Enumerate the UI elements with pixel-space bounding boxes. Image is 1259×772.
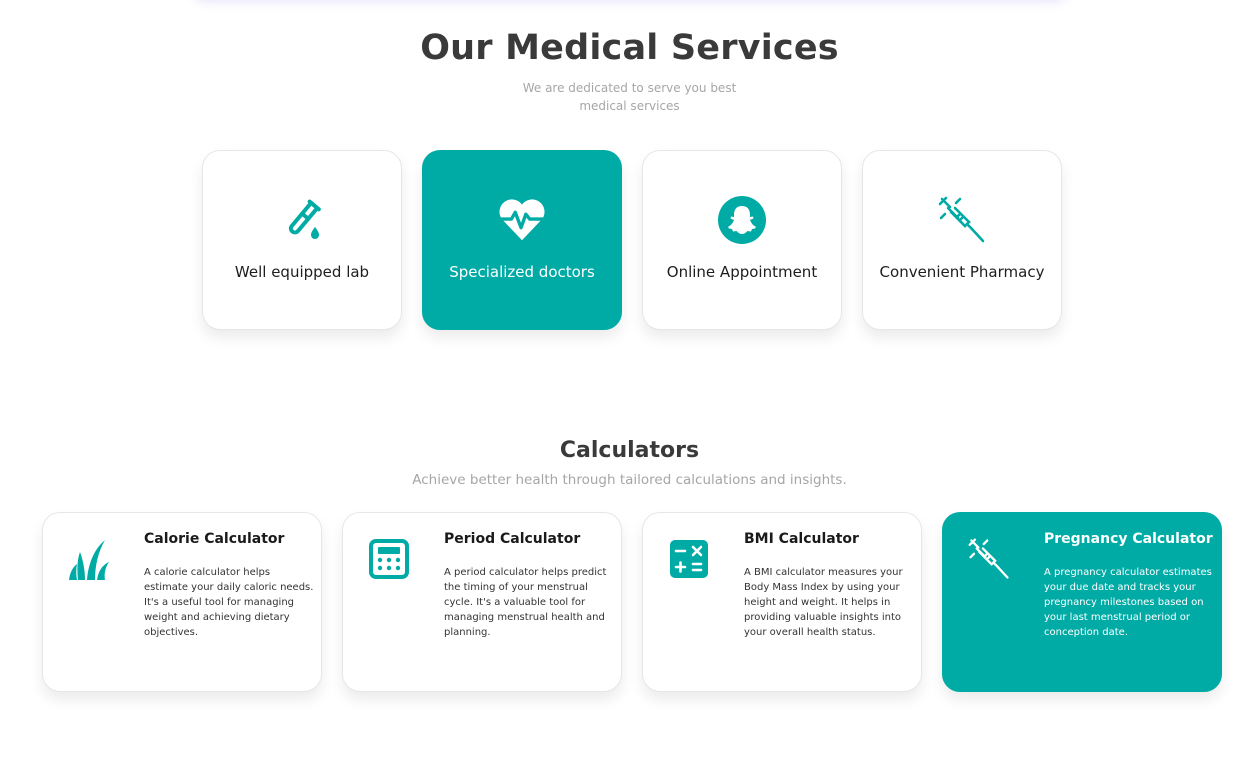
syringe-icon bbox=[937, 195, 987, 245]
service-label: Online Appointment bbox=[666, 263, 818, 281]
grass-icon bbox=[67, 535, 111, 583]
calc-card-pregnancy[interactable]: Pregnancy Calculator A pregnancy calcula… bbox=[942, 512, 1222, 692]
calc-title: Calorie Calculator bbox=[144, 531, 285, 547]
service-label: Well equipped lab bbox=[234, 263, 370, 281]
calc-description: A period calculator helps predict the ti… bbox=[444, 567, 607, 638]
service-label: Specialized doctors bbox=[449, 263, 595, 281]
calc-description: A calorie calculator helps estimate your… bbox=[144, 567, 314, 638]
calc-title: Period Calculator bbox=[444, 531, 581, 547]
calc-card-calorie[interactable]: Calorie Calculator A calorie calculator … bbox=[42, 512, 322, 692]
syringe-icon bbox=[967, 535, 1011, 583]
calc-card-period[interactable]: Period Calculator A period calculator he… bbox=[342, 512, 622, 692]
service-label: Convenient Pharmacy bbox=[879, 263, 1045, 281]
calculators-title: Calculators bbox=[559, 438, 700, 463]
math-operations-icon bbox=[667, 535, 711, 583]
calculator-icon bbox=[367, 535, 411, 583]
service-card-doctors[interactable]: Specialized doctors bbox=[422, 150, 622, 330]
calc-title: BMI Calculator bbox=[744, 531, 859, 547]
service-card-lab[interactable]: Well equipped lab bbox=[202, 150, 402, 330]
calc-title: Pregnancy Calculator bbox=[1044, 531, 1213, 547]
calc-description: A BMI calculator measures your Body Mass… bbox=[744, 567, 903, 638]
services-subtitle-line1: We are dedicated to serve you best bbox=[522, 81, 737, 95]
snapchat-ghost-icon bbox=[717, 195, 767, 245]
calc-description: A pregnancy calculator estimates your du… bbox=[1044, 567, 1212, 638]
service-card-appointment[interactable]: Online Appointment bbox=[642, 150, 842, 330]
test-tube-icon bbox=[277, 195, 327, 245]
calc-card-bmi[interactable]: BMI Calculator A BMI calculator measures… bbox=[642, 512, 922, 692]
service-card-pharmacy[interactable]: Convenient Pharmacy bbox=[862, 150, 1062, 330]
services-subtitle-line2: medical services bbox=[579, 99, 680, 113]
services-title: Our Medical Services bbox=[420, 28, 839, 68]
heart-pulse-icon bbox=[497, 195, 547, 245]
services-subtitle: We are dedicated to serve you best medic… bbox=[0, 79, 1259, 115]
calculators-subtitle: Achieve better health through tailored c… bbox=[412, 472, 847, 488]
